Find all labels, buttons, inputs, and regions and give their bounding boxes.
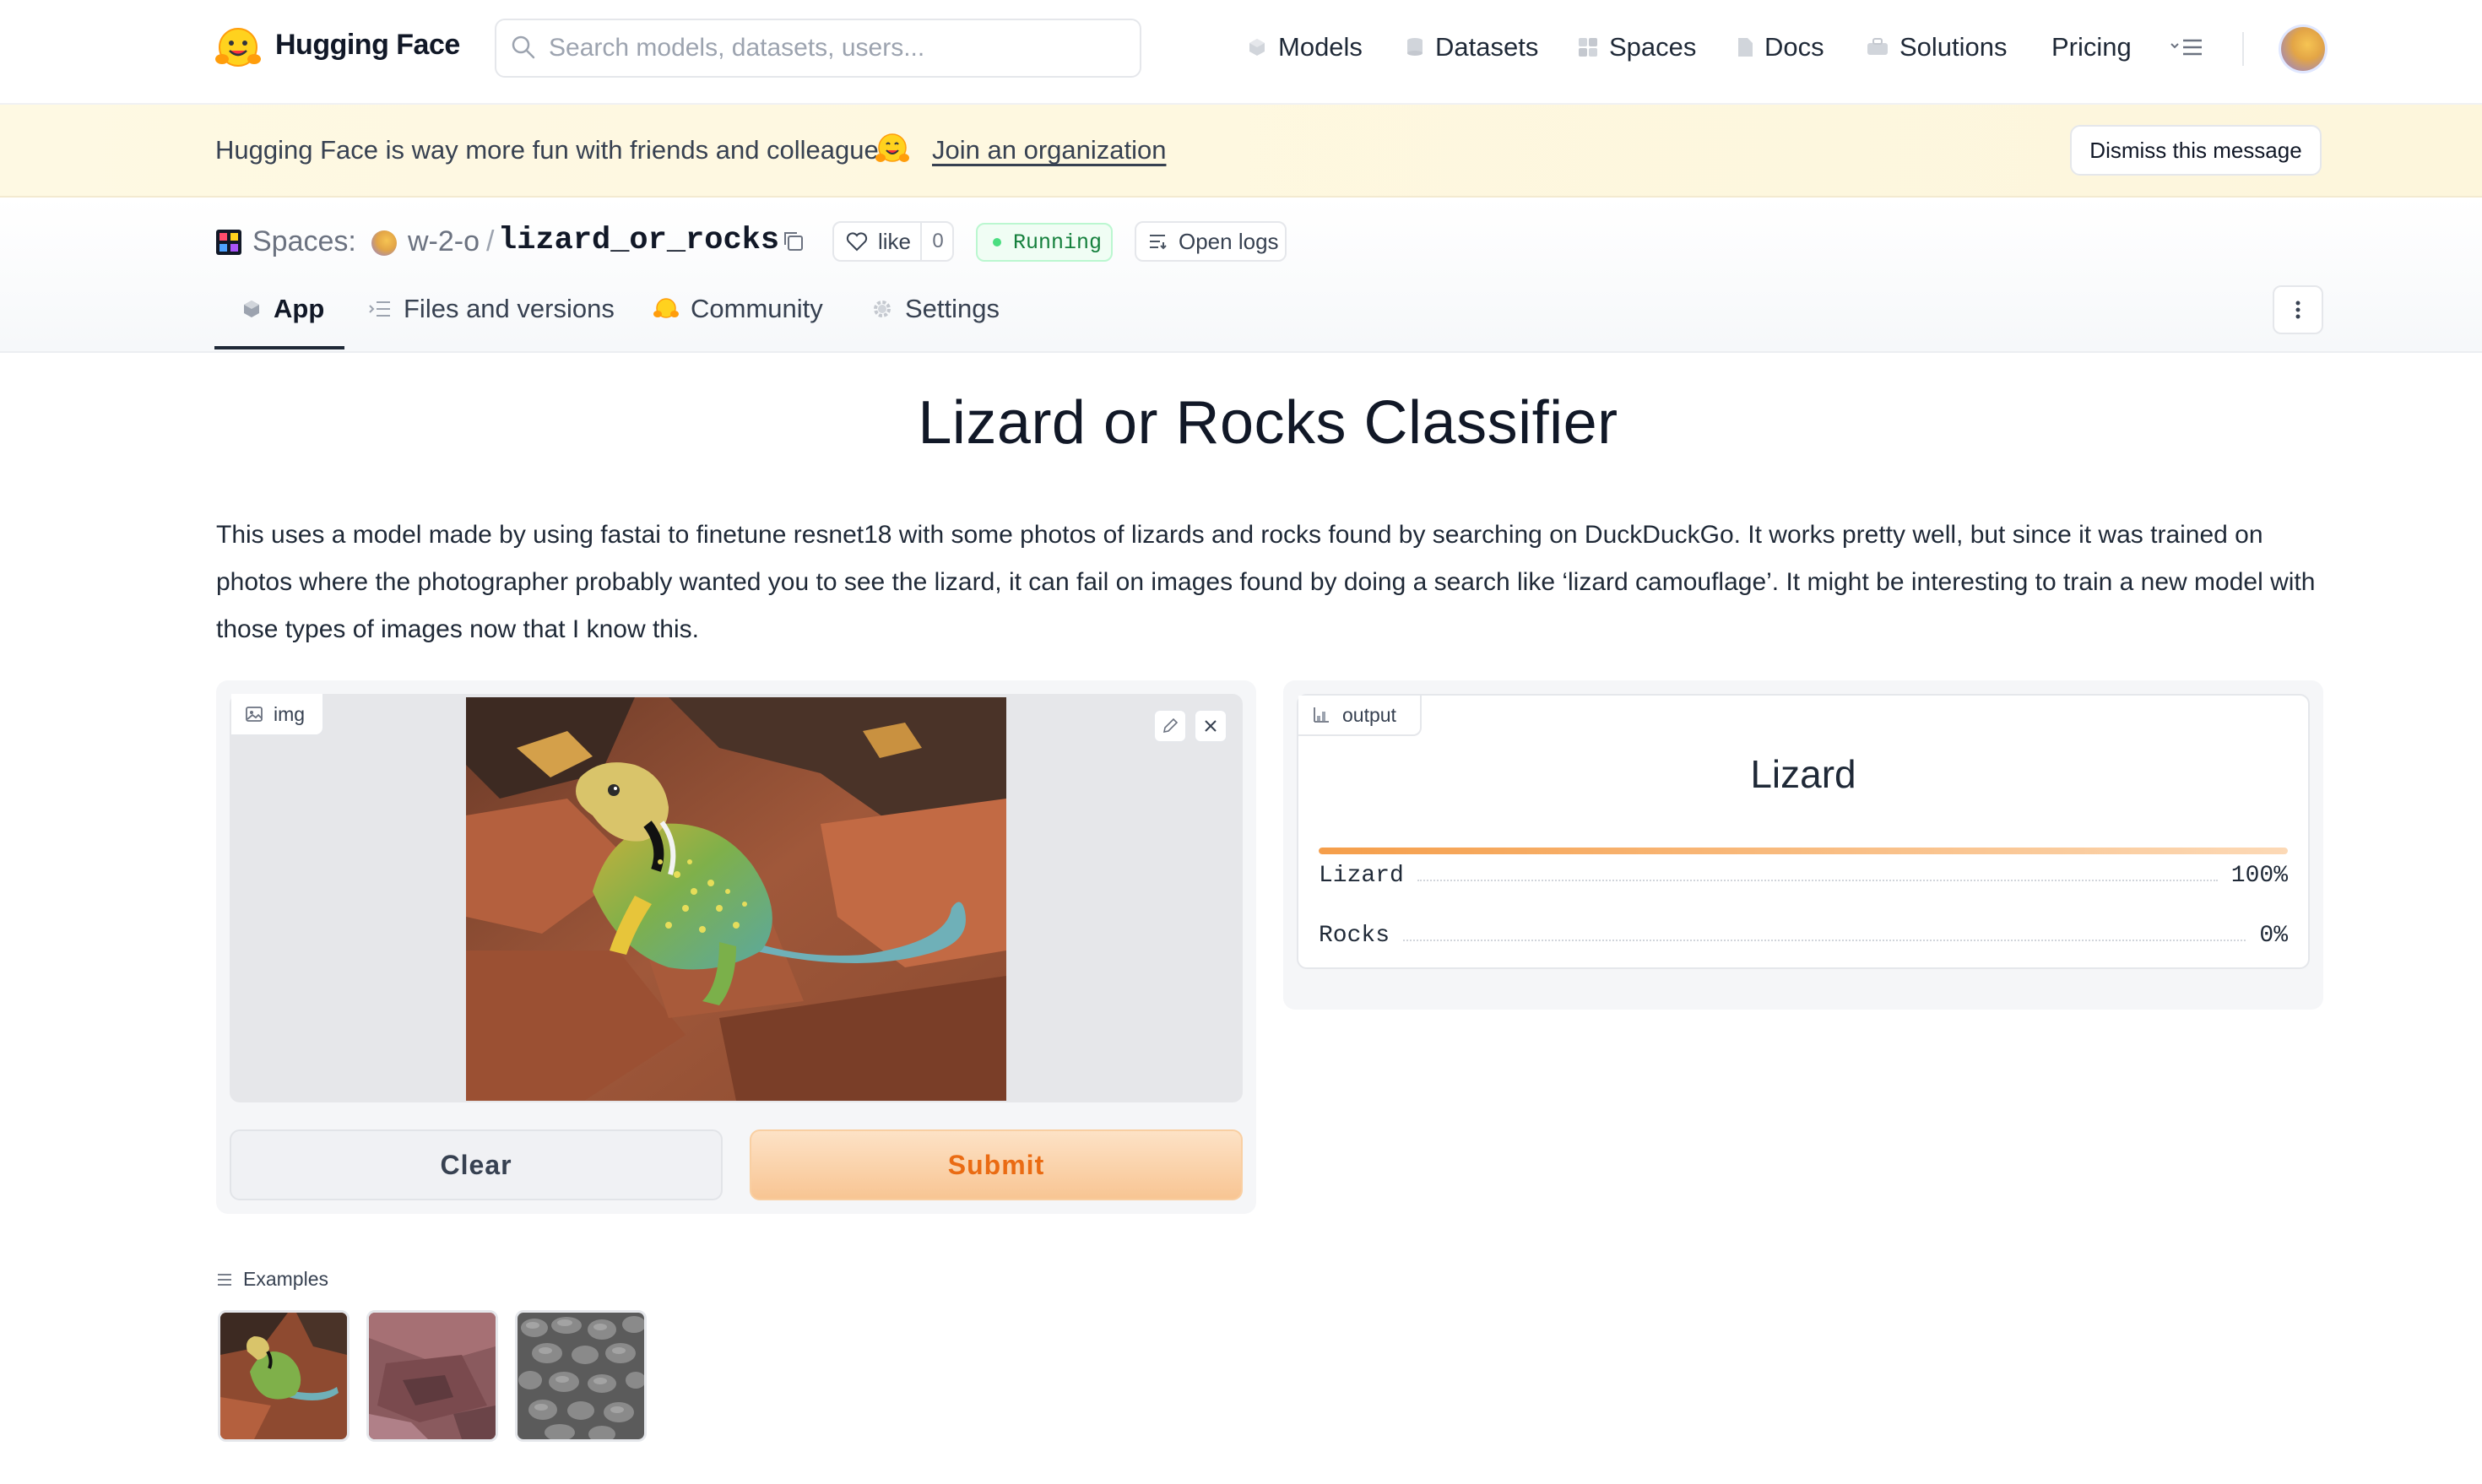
heart-icon [846, 231, 868, 252]
page-title: Lizard or Rocks Classifier [918, 389, 1618, 457]
tab-app-label: App [274, 294, 325, 323]
edit-image-button[interactable] [1153, 709, 1187, 743]
confidence-value: 100% [2230, 862, 2288, 889]
uploaded-lizard-image [466, 697, 1006, 1101]
predicted-class: Lizard [1750, 752, 1856, 796]
spaces-logo-icon [216, 230, 241, 255]
like-button[interactable]: like 0 [832, 221, 954, 262]
copy-icon[interactable] [782, 230, 805, 253]
brand-name[interactable]: Hugging Face [275, 29, 460, 62]
search-icon [510, 34, 537, 61]
confidence-row[interactable]: Rocks 0% [1319, 918, 2288, 952]
repo-name[interactable]: lizard_or_rocks [498, 223, 779, 258]
datasets-icon [1405, 36, 1425, 58]
nav-docs[interactable]: Docs [1736, 32, 1824, 62]
tab-settings-label: Settings [905, 294, 1000, 323]
open-logs-label: Open logs [1179, 228, 1279, 254]
status-dot-icon [993, 238, 1001, 246]
confidence-class-label: Lizard [1319, 862, 1404, 889]
gear-icon [871, 298, 893, 320]
example-thumbnail-red-rock[interactable] [366, 1310, 498, 1442]
logs-icon [1148, 232, 1170, 251]
banner-text: Hugging Face is way more fun with friend… [215, 135, 899, 165]
models-icon [1246, 36, 1268, 58]
dotted-leader [1417, 880, 2218, 881]
nav-datasets-label: Datasets [1435, 32, 1539, 62]
confidence-value: 0% [2259, 922, 2288, 949]
nav-spaces[interactable]: Spaces [1577, 32, 1696, 62]
tab-app[interactable]: App [241, 294, 324, 324]
status-text: Running [1013, 230, 1103, 255]
nav-spaces-label: Spaces [1609, 32, 1697, 62]
nav-datasets[interactable]: Datasets [1405, 32, 1538, 62]
input-label-text: img [274, 702, 306, 725]
pencil-icon [1161, 717, 1179, 735]
status-badge: Running [976, 223, 1113, 262]
example-thumbnail-gray-rocks[interactable] [515, 1310, 647, 1442]
example-thumbnail-lizard[interactable] [218, 1310, 350, 1442]
like-count: 0 [920, 223, 954, 260]
confidence-bar-track [1319, 848, 2288, 854]
close-icon [1202, 718, 1219, 734]
examples-label-text: Examples [243, 1268, 328, 1290]
more-options-button[interactable] [2273, 285, 2323, 334]
tab-community[interactable]: Community [653, 294, 823, 324]
solutions-icon [1866, 36, 1889, 58]
tab-files[interactable]: Files and versions [368, 294, 615, 324]
app-cube-icon [241, 299, 262, 319]
hugging-emoji-icon [875, 132, 910, 167]
submit-button[interactable]: Submit [750, 1129, 1243, 1200]
hugging-face-logo-icon[interactable] [214, 25, 262, 73]
bar-chart-icon [1312, 706, 1330, 724]
dismiss-button[interactable]: Dismiss this message [2070, 125, 2322, 176]
open-logs-button[interactable]: Open logs [1135, 221, 1287, 262]
kebab-menu-icon [2295, 301, 2301, 319]
breadcrumb-separator: / [486, 225, 495, 257]
nav-pricing-label: Pricing [2051, 32, 2132, 62]
list-icon [216, 1271, 233, 1288]
examples-header: Examples [216, 1268, 328, 1291]
nav-solutions[interactable]: Solutions [1866, 32, 2008, 62]
tab-community-label: Community [691, 294, 823, 323]
like-label: like [878, 228, 912, 254]
dotted-leader [1403, 940, 2246, 941]
nav-models-label: Models [1278, 32, 1363, 62]
owner-name[interactable]: w-2-o [408, 225, 480, 258]
confidence-class-label: Rocks [1319, 922, 1390, 949]
spaces-breadcrumb-label[interactable]: Spaces: [252, 225, 356, 258]
image-icon [245, 705, 263, 723]
docs-icon [1736, 36, 1754, 58]
nav-docs-label: Docs [1764, 32, 1824, 62]
clear-button[interactable]: Clear [230, 1129, 723, 1200]
active-tab-indicator [214, 346, 344, 349]
remove-image-button[interactable] [1194, 709, 1227, 743]
search-input[interactable] [549, 30, 1123, 66]
tab-files-label: Files and versions [404, 294, 615, 323]
community-icon [653, 297, 679, 321]
confidence-bar-fill [1319, 848, 2288, 854]
join-organization-link[interactable]: Join an organization [932, 135, 1166, 165]
spaces-nav-icon [1577, 36, 1599, 58]
output-label: output [1298, 696, 1422, 736]
files-icon [368, 299, 392, 319]
user-avatar[interactable] [2281, 27, 2325, 71]
tab-settings[interactable]: Settings [871, 294, 1000, 324]
more-menu-icon[interactable] [2170, 37, 2203, 57]
nav-solutions-label: Solutions [1899, 32, 2008, 62]
owner-avatar [371, 230, 397, 256]
nav-models[interactable]: Models [1246, 32, 1363, 62]
app-description: This uses a model made by using fastai t… [216, 521, 2316, 643]
nav-divider [2242, 32, 2244, 66]
input-image-label: img [231, 694, 324, 736]
confidence-row[interactable]: Lizard 100% [1319, 858, 2288, 892]
nav-pricing[interactable]: Pricing [2051, 32, 2132, 62]
output-label-text: output [1342, 703, 1396, 726]
